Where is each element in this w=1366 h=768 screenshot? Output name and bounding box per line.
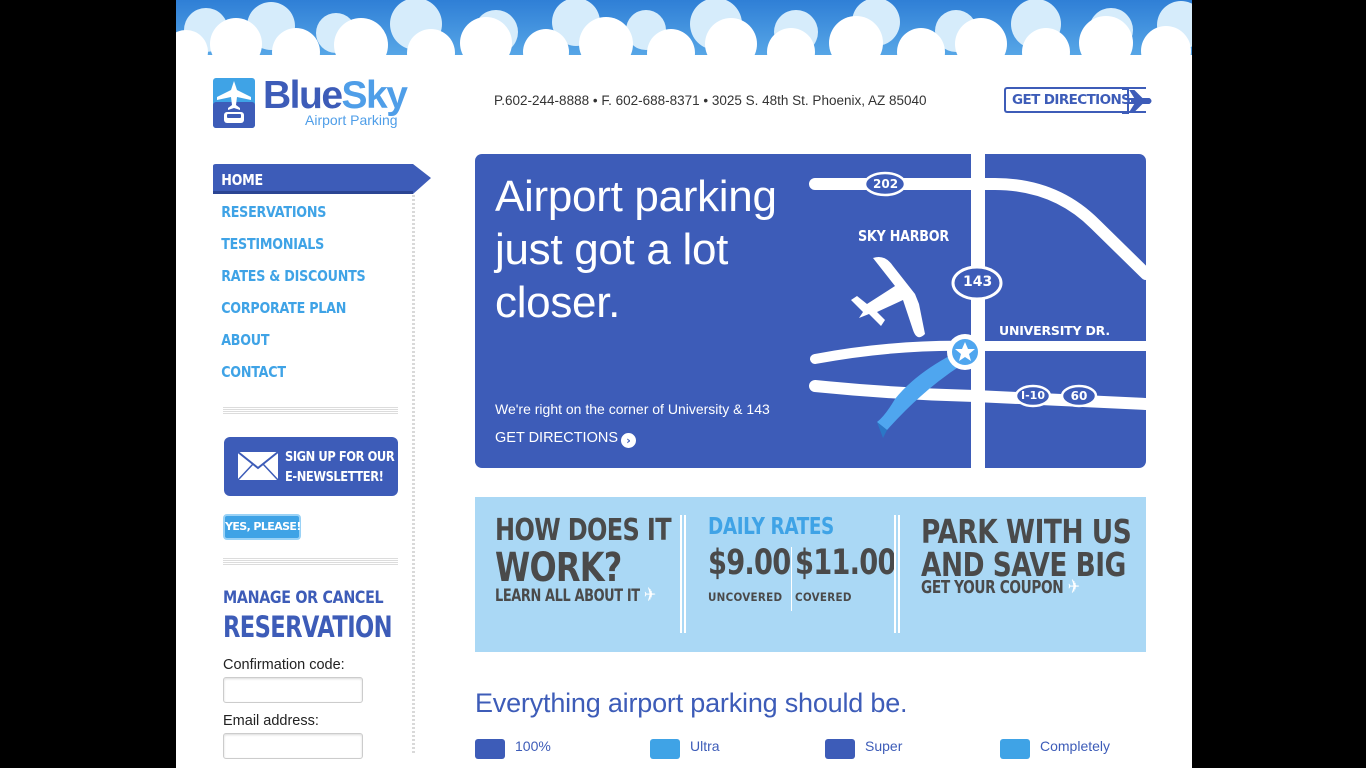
logo[interactable]: BlueSky Airport Parking (213, 74, 428, 132)
manage-heading-large: RESERVATION (223, 610, 393, 644)
map-route-i10: I-10 (1021, 389, 1045, 402)
plane-icon (1122, 88, 1152, 114)
main-nav: HOME RESERVATIONS TESTIMONIALS RATES & D… (213, 164, 433, 388)
info-strip: HOW DOES IT WORK? LEARN ALL ABOUT IT ✈ D… (475, 497, 1146, 652)
hero-get-directions-label: GET DIRECTIONS (495, 430, 618, 446)
feature-label: Super (865, 738, 903, 754)
covered-price: $11.00 (795, 543, 896, 583)
get-directions-label: GET DIRECTIONS (1012, 92, 1131, 108)
learn-more-link[interactable]: LEARN ALL ABOUT IT ✈ (495, 585, 656, 606)
brand-name-blue: Blue (263, 74, 343, 117)
feature-icon (650, 739, 680, 759)
hero-subtitle: We're right on the corner of University … (495, 401, 770, 417)
get-coupon-link[interactable]: GET YOUR COUPON ✈ (921, 576, 1080, 598)
covered-label: COVERED (795, 590, 852, 604)
hero-get-directions-link[interactable]: GET DIRECTIONS › (495, 430, 636, 448)
sky-banner (176, 0, 1192, 66)
tagline: Everything airport parking should be. (475, 688, 908, 718)
brand-name-sky: Sky (341, 74, 408, 117)
feature-icon (475, 739, 505, 759)
arrow-right-circle-icon: › (621, 433, 636, 448)
newsletter-line-1: SIGN UP FOR OUR (285, 449, 395, 465)
map-university-label: UNIVERSITY DR. (999, 323, 1110, 338)
learn-more-label: LEARN ALL ABOUT IT (495, 586, 640, 606)
nav-item-contact[interactable]: CONTACT (213, 356, 393, 388)
nav-item-reservations[interactable]: RESERVATIONS (213, 196, 393, 228)
yes-please-button[interactable]: YES, PLEASE! (223, 514, 301, 540)
feature-icon (1000, 739, 1030, 759)
get-coupon-label: GET YOUR COUPON (921, 577, 1064, 598)
email-address-input[interactable] (223, 733, 363, 759)
newsletter-signup-button[interactable]: SIGN UP FOR OUR E-NEWSLETTER! (224, 437, 398, 496)
confirmation-code-label: Confirmation code: (223, 657, 345, 673)
nav-item-testimonials[interactable]: TESTIMONIALS (213, 228, 393, 260)
map-route-202: 202 (873, 177, 899, 191)
confirmation-code-input[interactable] (223, 677, 363, 703)
how-it-works-line-2: WORK? (495, 545, 622, 591)
feature-icon (825, 739, 855, 759)
sidebar-separator (223, 407, 398, 414)
sidebar-divider (412, 195, 415, 755)
brand-subtitle: Airport Parking (305, 112, 398, 128)
park-with-us-line-1: PARK WITH US (921, 512, 1132, 551)
sidebar-separator (223, 558, 398, 565)
rates-divider (791, 547, 792, 611)
plane-icon: ✈ (643, 584, 656, 606)
feature-label: Ultra (690, 738, 720, 754)
nav-item-corporate-plan[interactable]: CORPORATE PLAN (213, 292, 393, 324)
nav-item-home[interactable]: HOME (213, 164, 393, 196)
hero-headline: Airport parking just got a lot closer. (495, 172, 777, 327)
contact-info: P.602-244-8888 • F. 602-688-8371 • 3025 … (494, 93, 927, 108)
feature-label: 100% (515, 738, 551, 754)
map-route-143: 143 (963, 274, 993, 290)
nav-item-rates-discounts[interactable]: RATES & DISCOUNTS (213, 260, 393, 292)
manage-heading-small: MANAGE OR CANCEL (223, 588, 384, 608)
daily-rates-title: DAILY RATES (708, 514, 834, 540)
nav-item-about[interactable]: ABOUT (213, 324, 393, 356)
strip-separator (680, 515, 686, 633)
airport-parking-logo-icon (213, 78, 255, 128)
uncovered-label: UNCOVERED (708, 590, 783, 604)
page: BlueSky Airport Parking P.602-244-8888 •… (176, 0, 1192, 768)
strip-separator (894, 515, 900, 633)
email-address-label: Email address: (223, 713, 319, 729)
map-sky-harbor-label: SKY HARBOR (858, 227, 949, 245)
map-route-60: 60 (1070, 389, 1088, 403)
hero-banner: 202 143 I-10 60 SKY HARBOR UNIVERSITY DR… (475, 154, 1146, 468)
how-it-works-line-1: HOW DOES IT (495, 513, 672, 548)
envelope-icon (237, 451, 279, 481)
newsletter-line-2: E-NEWSLETTER! (285, 469, 384, 485)
feature-label: Completely (1040, 738, 1111, 754)
uncovered-price: $9.00 (708, 543, 791, 583)
get-directions-button[interactable]: GET DIRECTIONS (1004, 87, 1152, 114)
plane-icon: ✈ (1067, 576, 1080, 598)
